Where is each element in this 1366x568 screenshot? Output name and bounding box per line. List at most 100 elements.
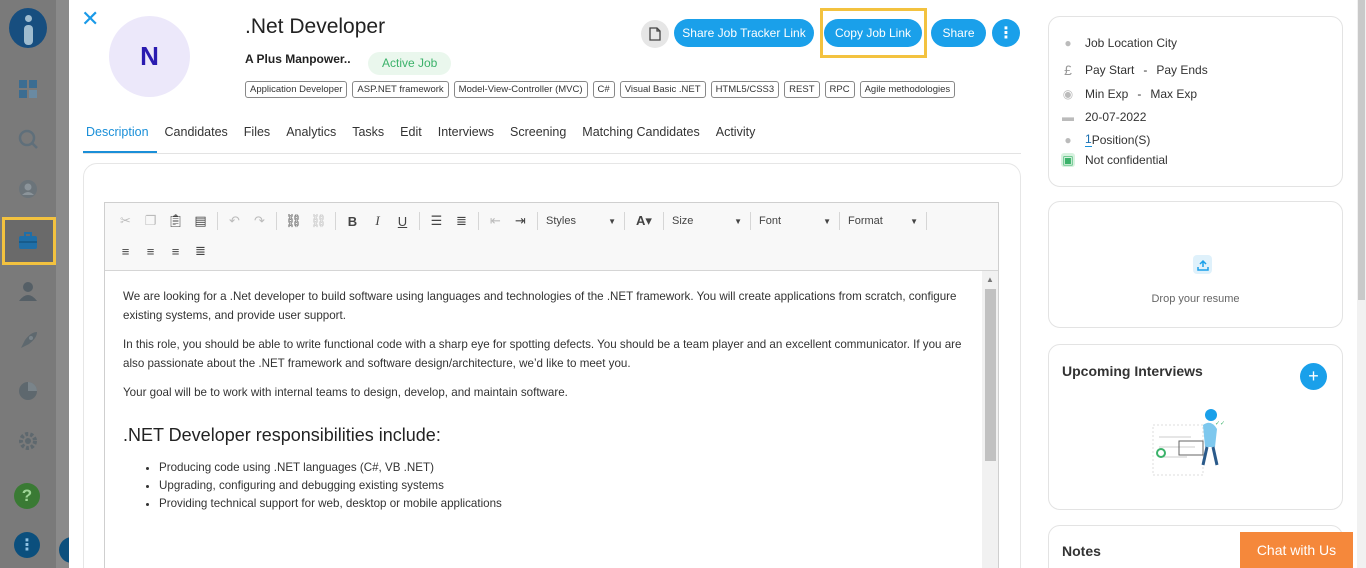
job-date: 20-07-2022 <box>1085 110 1147 124</box>
pie-chart-icon[interactable] <box>15 378 41 404</box>
skill-tag: Application Developer <box>245 81 348 98</box>
align-right-icon[interactable]: ≡ <box>163 239 188 263</box>
left-sidebar: ? ⋮ <box>0 0 56 568</box>
responsibilities-list: Producing code using .NET languages (C#,… <box>159 459 965 513</box>
pay-start: Pay Start <box>1085 63 1135 77</box>
align-center-icon[interactable]: ≡ <box>138 239 163 263</box>
editor-content[interactable]: We are looking for a .Net developer to b… <box>105 271 983 568</box>
confidential-status: Not confidential <box>1085 153 1168 167</box>
search-icon[interactable] <box>15 126 41 152</box>
pound-icon: £ <box>1064 62 1072 78</box>
svg-text:✓✓: ✓✓ <box>1215 420 1225 427</box>
pay-separator: - <box>1143 63 1148 77</box>
chat-with-us-button[interactable]: Chat with Us <box>1240 532 1353 568</box>
candidate-icon[interactable] <box>15 278 41 304</box>
description-paragraph: In this role, you should be able to writ… <box>123 338 962 370</box>
skill-tag: RPC <box>824 81 855 98</box>
tab-matching-candidates[interactable]: Matching Candidates <box>579 120 707 153</box>
job-info-card: ● Job Location City £ Pay Start - Pay En… <box>1048 16 1343 187</box>
tab-candidates[interactable]: Candidates <box>162 120 236 153</box>
size-dropdown[interactable]: Size ▼ <box>668 210 746 232</box>
page-scroll-thumb[interactable] <box>1358 0 1365 300</box>
dashboard-icon[interactable] <box>15 76 41 102</box>
tab-activity[interactable]: Activity <box>713 120 764 153</box>
close-icon[interactable]: ✕ <box>81 6 99 32</box>
job-detail-panel: ✕ N .Net Developer A Plus Manpower.. Act… <box>69 0 1366 568</box>
justify-icon[interactable]: ≣ <box>188 239 213 263</box>
description-paragraph: We are looking for a .Net developer to b… <box>123 290 957 322</box>
job-location: Job Location City <box>1085 36 1178 50</box>
skill-tag: Model-View-Controller (MVC) <box>453 81 588 98</box>
document-button[interactable] <box>641 20 669 48</box>
rocket-icon[interactable] <box>15 328 41 354</box>
experience-row: ◉ Min Exp - Max Exp <box>1061 87 1197 101</box>
share-button[interactable]: Share <box>931 19 986 47</box>
editor-scroll-thumb[interactable] <box>985 289 996 461</box>
indent-icon[interactable]: ⇥ <box>508 209 533 233</box>
description-paragraph: Your goal will be to work with internal … <box>123 386 568 399</box>
bulleted-list-icon[interactable]: ☰ <box>424 209 449 233</box>
skill-tag: C# <box>592 81 615 98</box>
scroll-up-arrow-icon[interactable]: ▲ <box>986 275 994 284</box>
tab-interviews[interactable]: Interviews <box>435 120 502 153</box>
page-scrollbar[interactable] <box>1357 0 1366 568</box>
job-avatar: N <box>109 16 190 97</box>
company-name[interactable]: A Plus Manpower.. <box>245 52 351 66</box>
resume-dropzone[interactable]: Drop your resume <box>1048 201 1343 328</box>
paste-text-icon[interactable]: ▤ <box>188 209 213 233</box>
positions-row: ● 1 Position(S) <box>1061 132 1150 147</box>
undo-icon[interactable]: ↶ <box>222 209 247 233</box>
more-options-button[interactable]: ⋮ <box>992 19 1020 47</box>
pay-row: £ Pay Start - Pay Ends <box>1061 62 1208 78</box>
align-left-icon[interactable]: ≡ <box>113 239 138 263</box>
link-icon[interactable]: ⛓ <box>281 209 306 233</box>
positions-count[interactable]: 1 <box>1085 132 1092 147</box>
bold-icon[interactable]: B <box>340 209 365 233</box>
list-item: Producing code using .NET languages (C#,… <box>159 459 965 477</box>
italic-icon[interactable]: I <box>365 209 390 233</box>
copy-job-link-button[interactable]: Copy Job Link <box>824 19 922 47</box>
format-dropdown[interactable]: Format ▼ <box>844 210 922 232</box>
tab-screening[interactable]: Screening <box>507 120 574 153</box>
paste-icon[interactable]: 📋︎ <box>163 209 188 233</box>
app-logo[interactable] <box>9 8 47 48</box>
location-pin-icon: ● <box>1064 36 1072 50</box>
max-exp: Max Exp <box>1150 87 1198 101</box>
tab-analytics[interactable]: Analytics <box>283 120 344 153</box>
share-job-tracker-link-button[interactable]: Share Job Tracker Link <box>674 19 814 47</box>
cut-icon[interactable]: ✂ <box>113 209 138 233</box>
sidebar-more-button[interactable]: ⋮ <box>14 532 40 558</box>
tab-edit[interactable]: Edit <box>397 120 430 153</box>
user-icon[interactable] <box>15 176 41 202</box>
editor-scrollbar[interactable]: ▲ <box>982 271 998 568</box>
font-dropdown[interactable]: Font ▼ <box>755 210 835 232</box>
redo-icon[interactable]: ↷ <box>247 209 272 233</box>
text-color-icon[interactable]: A▾ <box>629 209 659 233</box>
editor-toolbar: ✂ ❐ 📋︎ ▤ ↶ ↷ ⛓ ⛓ B I U ☰ ≣ ⇤ ⇥ Styles ▼ … <box>105 203 998 271</box>
job-title: .Net Developer <box>245 15 386 38</box>
help-button[interactable]: ? <box>14 483 40 509</box>
document-icon <box>649 27 661 41</box>
add-interview-button[interactable]: + <box>1300 363 1327 390</box>
location-row: ● Job Location City <box>1061 36 1177 50</box>
settings-gear-icon[interactable] <box>15 428 41 454</box>
tab-files[interactable]: Files <box>241 120 278 153</box>
styles-dropdown[interactable]: Styles ▼ <box>542 210 620 232</box>
lock-icon: ▣ <box>1061 153 1075 167</box>
numbered-list-icon[interactable]: ≣ <box>449 209 474 233</box>
briefcase-icon[interactable] <box>15 228 41 254</box>
tab-description[interactable]: Description <box>83 120 157 153</box>
upcoming-interviews-card: Upcoming Interviews + ✓✓ <box>1048 344 1343 510</box>
unlink-icon[interactable]: ⛓ <box>306 209 331 233</box>
copy-icon[interactable]: ❐ <box>138 209 163 233</box>
outdent-icon[interactable]: ⇤ <box>483 209 508 233</box>
tab-tasks[interactable]: Tasks <box>349 120 392 153</box>
skill-tag: REST <box>784 81 820 98</box>
list-item: Providing technical support for web, des… <box>159 495 965 513</box>
underline-icon[interactable]: U <box>390 209 415 233</box>
skill-tags: Application Developer ASP.NET framework … <box>245 81 956 98</box>
job-tabs: Description Candidates Files Analytics T… <box>83 120 1021 154</box>
empty-interviews-illustration: ✓✓ <box>1152 409 1225 476</box>
experience-badge-icon: ◉ <box>1062 87 1074 101</box>
person-icon: ● <box>1064 132 1072 147</box>
